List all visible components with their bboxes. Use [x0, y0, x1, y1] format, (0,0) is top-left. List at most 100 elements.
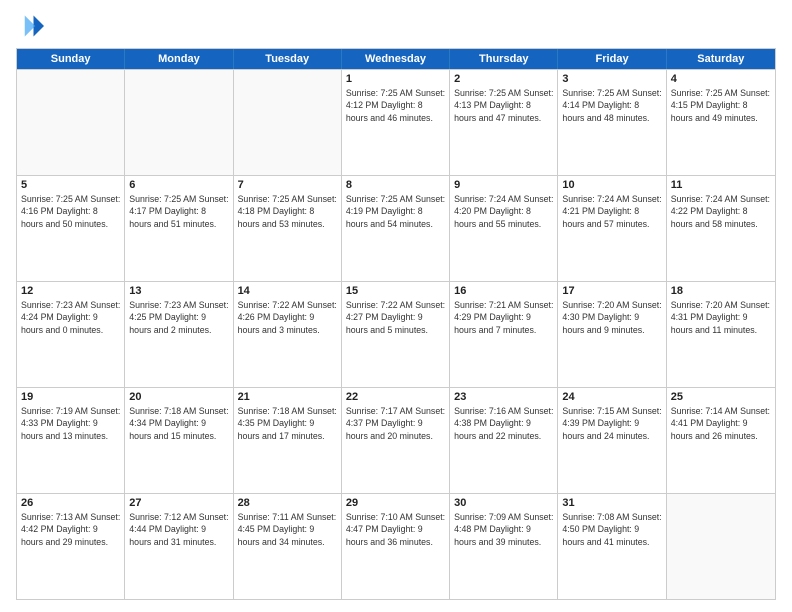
day-number: 3 [562, 73, 661, 85]
day-number: 22 [346, 391, 445, 403]
calendar-row-3: 19 Sunrise: 7:19 AM Sunset: 4:33 PM Dayli… [17, 387, 775, 493]
header [16, 12, 776, 40]
day-number: 17 [562, 285, 661, 297]
day-cell-26: 26 Sunrise: 7:13 AM Sunset: 4:42 PM Dayli… [17, 494, 125, 599]
day-number: 18 [671, 285, 771, 297]
day-cell-empty-0-0 [17, 70, 125, 175]
day-number: 26 [21, 497, 120, 509]
day-cell-16: 16 Sunrise: 7:21 AM Sunset: 4:29 PM Dayli… [450, 282, 558, 387]
day-cell-31: 31 Sunrise: 7:08 AM Sunset: 4:50 PM Dayli… [558, 494, 666, 599]
day-number: 7 [238, 179, 337, 191]
day-header-sunday: Sunday [17, 49, 125, 69]
day-cell-empty-0-1 [125, 70, 233, 175]
day-number: 2 [454, 73, 553, 85]
day-number: 21 [238, 391, 337, 403]
calendar: SundayMondayTuesdayWednesdayThursdayFrid… [16, 48, 776, 600]
day-info: Sunrise: 7:13 AM Sunset: 4:42 PM Dayligh… [21, 511, 120, 548]
day-info: Sunrise: 7:25 AM Sunset: 4:18 PM Dayligh… [238, 193, 337, 230]
day-info: Sunrise: 7:24 AM Sunset: 4:21 PM Dayligh… [562, 193, 661, 230]
day-number: 9 [454, 179, 553, 191]
day-info: Sunrise: 7:09 AM Sunset: 4:48 PM Dayligh… [454, 511, 553, 548]
day-cell-5: 5 Sunrise: 7:25 AM Sunset: 4:16 PM Daylig… [17, 176, 125, 281]
day-cell-3: 3 Sunrise: 7:25 AM Sunset: 4:14 PM Daylig… [558, 70, 666, 175]
day-info: Sunrise: 7:12 AM Sunset: 4:44 PM Dayligh… [129, 511, 228, 548]
day-cell-21: 21Sunrise: 7:18 AM Sunset: 4:35 PM Dayli… [234, 388, 342, 493]
day-number: 1 [346, 73, 445, 85]
day-number: 23 [454, 391, 553, 403]
day-info: Sunrise: 7:25 AM Sunset: 4:15 PM Dayligh… [671, 87, 771, 124]
day-number: 12 [21, 285, 120, 297]
day-cell-empty-0-2 [234, 70, 342, 175]
day-cell-10: 10 Sunrise: 7:24 AM Sunset: 4:21 PM Dayli… [558, 176, 666, 281]
calendar-row-4: 26 Sunrise: 7:13 AM Sunset: 4:42 PM Dayli… [17, 493, 775, 599]
day-cell-23: 23 Sunrise: 7:16 AM Sunset: 4:38 PM Dayli… [450, 388, 558, 493]
day-number: 5 [21, 179, 120, 191]
day-number: 29 [346, 497, 445, 509]
day-number: 4 [671, 73, 771, 85]
day-info: Sunrise: 7:25 AM Sunset: 4:12 PM Dayligh… [346, 87, 445, 124]
day-number: 15 [346, 285, 445, 297]
day-number: 31 [562, 497, 661, 509]
day-info: Sunrise: 7:25 AM Sunset: 4:13 PM Dayligh… [454, 87, 553, 124]
logo [16, 12, 48, 40]
day-header-friday: Friday [558, 49, 666, 69]
day-cell-1: 1 Sunrise: 7:25 AM Sunset: 4:12 PM Daylig… [342, 70, 450, 175]
day-info: Sunrise: 7:23 AM Sunset: 4:24 PM Dayligh… [21, 299, 120, 336]
day-cell-14: 14Sunrise: 7:22 AM Sunset: 4:26 PM Dayli… [234, 282, 342, 387]
day-info: Sunrise: 7:23 AM Sunset: 4:25 PM Dayligh… [129, 299, 228, 336]
day-info: Sunrise: 7:25 AM Sunset: 4:17 PM Dayligh… [129, 193, 228, 230]
day-header-saturday: Saturday [667, 49, 775, 69]
day-cell-30: 30Sunrise: 7:09 AM Sunset: 4:48 PM Dayli… [450, 494, 558, 599]
day-info: Sunrise: 7:20 AM Sunset: 4:31 PM Dayligh… [671, 299, 771, 336]
day-info: Sunrise: 7:21 AM Sunset: 4:29 PM Dayligh… [454, 299, 553, 336]
day-cell-6: 6 Sunrise: 7:25 AM Sunset: 4:17 PM Daylig… [125, 176, 233, 281]
day-number: 10 [562, 179, 661, 191]
day-cell-28: 28 Sunrise: 7:11 AM Sunset: 4:45 PM Dayli… [234, 494, 342, 599]
day-info: Sunrise: 7:25 AM Sunset: 4:14 PM Dayligh… [562, 87, 661, 124]
day-info: Sunrise: 7:22 AM Sunset: 4:26 PM Dayligh… [238, 299, 337, 336]
day-info: Sunrise: 7:17 AM Sunset: 4:37 PM Dayligh… [346, 405, 445, 442]
day-info: Sunrise: 7:19 AM Sunset: 4:33 PM Dayligh… [21, 405, 120, 442]
day-info: Sunrise: 7:25 AM Sunset: 4:19 PM Dayligh… [346, 193, 445, 230]
day-number: 16 [454, 285, 553, 297]
day-cell-24: 24 Sunrise: 7:15 AM Sunset: 4:39 PM Dayli… [558, 388, 666, 493]
day-cell-11: 11Sunrise: 7:24 AM Sunset: 4:22 PM Dayli… [667, 176, 775, 281]
day-number: 6 [129, 179, 228, 191]
day-header-tuesday: Tuesday [234, 49, 342, 69]
day-cell-20: 20 Sunrise: 7:18 AM Sunset: 4:34 PM Dayli… [125, 388, 233, 493]
day-cell-19: 19 Sunrise: 7:19 AM Sunset: 4:33 PM Dayli… [17, 388, 125, 493]
day-header-wednesday: Wednesday [342, 49, 450, 69]
day-info: Sunrise: 7:16 AM Sunset: 4:38 PM Dayligh… [454, 405, 553, 442]
day-cell-empty-4-6 [667, 494, 775, 599]
day-cell-27: 27Sunrise: 7:12 AM Sunset: 4:44 PM Dayli… [125, 494, 233, 599]
calendar-row-2: 12 Sunrise: 7:23 AM Sunset: 4:24 PM Dayli… [17, 281, 775, 387]
day-header-thursday: Thursday [450, 49, 558, 69]
day-info: Sunrise: 7:22 AM Sunset: 4:27 PM Dayligh… [346, 299, 445, 336]
day-cell-18: 18 Sunrise: 7:20 AM Sunset: 4:31 PM Dayli… [667, 282, 775, 387]
calendar-header: SundayMondayTuesdayWednesdayThursdayFrid… [17, 49, 775, 69]
day-number: 28 [238, 497, 337, 509]
day-cell-25: 25Sunrise: 7:14 AM Sunset: 4:41 PM Dayli… [667, 388, 775, 493]
day-info: Sunrise: 7:20 AM Sunset: 4:30 PM Dayligh… [562, 299, 661, 336]
day-cell-9: 9 Sunrise: 7:24 AM Sunset: 4:20 PM Daylig… [450, 176, 558, 281]
day-header-monday: Monday [125, 49, 233, 69]
day-number: 25 [671, 391, 771, 403]
day-info: Sunrise: 7:15 AM Sunset: 4:39 PM Dayligh… [562, 405, 661, 442]
day-number: 20 [129, 391, 228, 403]
day-cell-13: 13Sunrise: 7:23 AM Sunset: 4:25 PM Dayli… [125, 282, 233, 387]
day-info: Sunrise: 7:10 AM Sunset: 4:47 PM Dayligh… [346, 511, 445, 548]
day-info: Sunrise: 7:25 AM Sunset: 4:16 PM Dayligh… [21, 193, 120, 230]
logo-icon [16, 12, 44, 40]
day-info: Sunrise: 7:24 AM Sunset: 4:20 PM Dayligh… [454, 193, 553, 230]
day-info: Sunrise: 7:08 AM Sunset: 4:50 PM Dayligh… [562, 511, 661, 548]
day-cell-22: 22 Sunrise: 7:17 AM Sunset: 4:37 PM Dayli… [342, 388, 450, 493]
day-cell-4: 4 Sunrise: 7:25 AM Sunset: 4:15 PM Daylig… [667, 70, 775, 175]
day-info: Sunrise: 7:11 AM Sunset: 4:45 PM Dayligh… [238, 511, 337, 548]
day-number: 24 [562, 391, 661, 403]
page: SundayMondayTuesdayWednesdayThursdayFrid… [0, 0, 792, 612]
day-number: 19 [21, 391, 120, 403]
day-cell-7: 7 Sunrise: 7:25 AM Sunset: 4:18 PM Daylig… [234, 176, 342, 281]
day-info: Sunrise: 7:18 AM Sunset: 4:34 PM Dayligh… [129, 405, 228, 442]
day-cell-2: 2 Sunrise: 7:25 AM Sunset: 4:13 PM Daylig… [450, 70, 558, 175]
day-cell-12: 12 Sunrise: 7:23 AM Sunset: 4:24 PM Dayli… [17, 282, 125, 387]
